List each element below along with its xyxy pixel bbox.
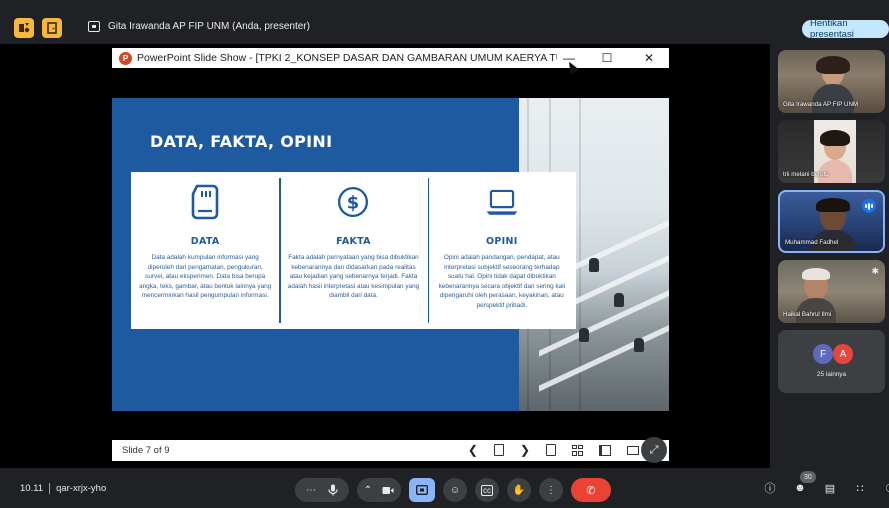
svg-text:$: $: [347, 192, 359, 213]
captions-button[interactable]: cc: [475, 478, 499, 502]
concept-card: DATA Data adalah kumpulan informasi yang…: [131, 172, 576, 329]
more-vert-icon: ⋮: [546, 484, 556, 496]
maximize-button[interactable]: ☐: [594, 48, 620, 68]
column-title: FAKTA: [336, 236, 371, 247]
reading-view-icon[interactable]: [599, 444, 611, 456]
bottom-bar: 10.11 qar-xrjx-yho ⋯ ⌃ ☺ cc ✋ ⋮ ✆ 30 ⓘ ☻…: [0, 468, 889, 508]
participant-tile[interactable]: trii melani berutu: [778, 120, 885, 183]
column-body: Fakta adalah pernyataan yang bisa dibukt…: [287, 254, 420, 300]
slideshow-view-icon[interactable]: [627, 445, 639, 455]
raise-hand-button[interactable]: ✋: [507, 478, 531, 502]
activities-icon[interactable]: ∷: [852, 480, 868, 496]
laptop-icon: [486, 189, 518, 215]
hand-icon: ✋: [512, 484, 526, 496]
participant-tile-active-speaker[interactable]: Muhammad Fadhel: [778, 190, 885, 253]
more-audio-options-icon[interactable]: ⋯: [306, 485, 316, 496]
meet-screen: Gita Irawanda AP FIP UNM (Anda, presente…: [0, 0, 889, 508]
participant-name: Muhammad Fadhel: [785, 239, 839, 246]
more-participants-tile[interactable]: F A 25 lainnya: [778, 330, 885, 393]
minimize-presentation-icon[interactable]: ⤢: [641, 437, 667, 463]
more-participants-label: 25 lainnya: [816, 371, 847, 378]
shapes-icon: [19, 23, 30, 33]
slide-indicator: Slide 7 of 9: [122, 445, 170, 456]
smiley-icon: ☺: [449, 484, 461, 496]
people-icon[interactable]: ☻: [792, 480, 808, 496]
present-screen-icon: [416, 485, 428, 495]
slide-menu-icon[interactable]: [493, 444, 504, 456]
column-opini: OPINI Opini adalah pandangan, pendapat, …: [427, 172, 576, 329]
column-title: DATA: [190, 236, 220, 247]
column-body: Data adalah kumpulan informasi yang dipe…: [139, 254, 272, 300]
mic-off-icon: ✱: [871, 266, 879, 276]
chat-icon[interactable]: ▤: [822, 480, 838, 496]
phone-hangup-icon: ✆: [586, 484, 596, 497]
stop-presenting-button[interactable]: Hentikan presentasi: [802, 18, 889, 40]
participant-name: Haikal Bahrul Ilmi: [783, 311, 832, 318]
presenter-info: Gita Irawanda AP FIP UNM (Anda, presente…: [88, 21, 310, 32]
camera-icon[interactable]: [382, 486, 394, 495]
participant-name: trii melani berutu: [783, 171, 829, 178]
slide: DATA, FAKTA, OPINI DATA Data adalah kump…: [112, 98, 669, 411]
microphone-icon[interactable]: [328, 484, 338, 496]
more-options-button[interactable]: ⋮: [539, 478, 563, 502]
close-button[interactable]: ✕: [636, 48, 662, 68]
top-bar: Gita Irawanda AP FIP UNM (Anda, presente…: [0, 0, 889, 44]
captions-icon: cc: [481, 484, 493, 496]
ppt-window-title: PowerPoint Slide Show - [TPKI 2_KONSEP D…: [137, 52, 557, 64]
powerpoint-window: P PowerPoint Slide Show - [TPKI 2_KONSEP…: [112, 48, 669, 463]
chevron-up-icon[interactable]: ⌃: [364, 485, 372, 496]
activities-button[interactable]: [14, 18, 34, 38]
meeting-details-icon[interactable]: ⓘ: [762, 480, 778, 496]
ppt-status-bar: Slide 7 of 9 ❮ ❯: [112, 440, 669, 461]
previous-slide-icon[interactable]: ❮: [468, 443, 478, 457]
clock: 10.11: [20, 483, 44, 494]
column-title: OPINI: [486, 236, 518, 247]
present-now-button[interactable]: [409, 478, 435, 502]
slide-heading: DATA, FAKTA, OPINI: [150, 132, 333, 151]
emoji-reaction-button[interactable]: ☺: [443, 478, 467, 502]
video-control-group: ⌃: [357, 478, 401, 502]
separator: [49, 483, 51, 494]
whiteboard-button[interactable]: [42, 18, 62, 38]
present-screen-icon: [88, 21, 100, 32]
audio-control-group: ⋯: [295, 478, 349, 502]
host-controls-lock-icon[interactable]: ☉: [882, 480, 889, 496]
avatar: F: [813, 344, 833, 364]
column-fakta: $ FAKTA Fakta adalah pernyataan yang bis…: [279, 172, 427, 329]
speaking-indicator-icon: [862, 199, 876, 213]
column-data: DATA Data adalah kumpulan informasi yang…: [131, 172, 279, 329]
meeting-info: 10.11 qar-xrjx-yho: [20, 483, 106, 494]
normal-view-icon[interactable]: [546, 444, 556, 456]
slide-sorter-icon[interactable]: [572, 444, 583, 456]
participant-tile[interactable]: Gita Irawanda AP FIP UNM: [778, 50, 885, 113]
ppt-title-bar[interactable]: P PowerPoint Slide Show - [TPKI 2_KONSEP…: [112, 48, 669, 75]
meeting-code: qar-xrjx-yho: [56, 483, 107, 494]
leave-call-button[interactable]: ✆: [571, 478, 611, 502]
sd-card-icon: [191, 184, 219, 220]
presenter-label: Gita Irawanda AP FIP UNM (Anda, presente…: [108, 21, 310, 32]
participant-tile[interactable]: ✱ Haikal Bahrul Ilmi: [778, 260, 885, 323]
dollar-circle-icon: $: [338, 186, 369, 218]
avatar: A: [833, 344, 853, 364]
powerpoint-logo-icon: P: [119, 51, 132, 65]
door-icon: [47, 22, 57, 34]
column-body: Opini adalah pandangan, pendapat, atau i…: [438, 254, 566, 309]
next-slide-icon[interactable]: ❯: [520, 443, 530, 457]
participant-name: Gita Irawanda AP FIP UNM: [783, 101, 859, 108]
